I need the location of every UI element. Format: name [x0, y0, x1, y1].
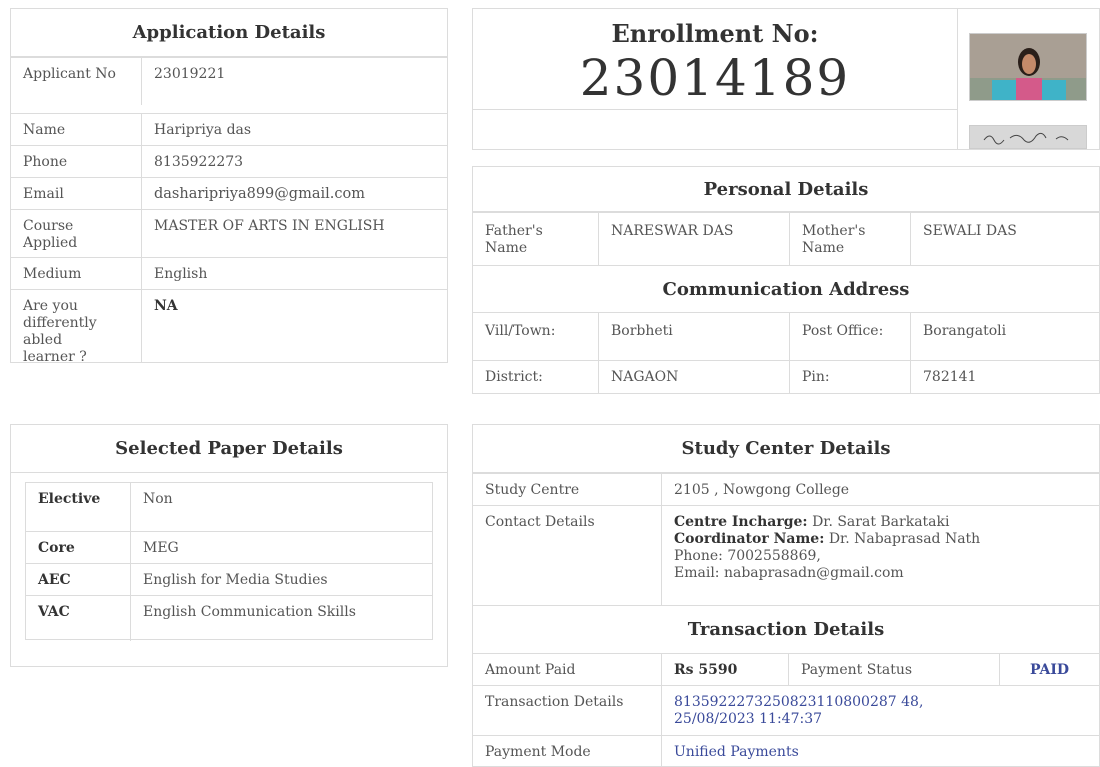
value-vill: Borbheti [611, 323, 673, 339]
personal-details-title: Personal Details [473, 167, 1099, 212]
row-study-centre: Study Centre 2105 , Nowgong College [473, 473, 1099, 505]
label-vac: VAC [38, 604, 70, 620]
row-amount-status: Amount Paid Rs 5590 Payment Status PAID [473, 653, 1099, 685]
centre-email: Email: nabaprasadn@gmail.com [674, 565, 904, 581]
label-elective: Elective [38, 491, 101, 507]
study-center-title: Study Center Details [473, 425, 1099, 473]
label-study-centre: Study Centre [485, 482, 580, 498]
label-father: Father's Name [485, 223, 543, 256]
value-mother: SEWALI DAS [923, 223, 1017, 239]
communication-address-title: Communication Address [473, 265, 1099, 312]
label-payment-status: Payment Status [801, 662, 913, 678]
label-amount-paid: Amount Paid [485, 662, 576, 678]
row-differently-abled: Are you differently abled learner ? NA [11, 289, 447, 365]
value-core: MEG [143, 540, 179, 556]
selected-paper-title: Selected Paper Details [11, 425, 447, 473]
coordinator-value: Dr. Nabaprasad Nath [828, 531, 981, 547]
label-name: Name [23, 122, 66, 138]
centre-phone: Phone: 7002558869, [674, 548, 821, 564]
label-pin: Pin: [802, 369, 830, 385]
row-aec: AEC English for Media Studies [26, 563, 432, 595]
row-vill-post: Vill/Town: Borbheti Post Office: Boranga… [473, 312, 1099, 360]
value-medium: English [154, 266, 208, 282]
label-differently-abled: Are you differently abled learner ? [23, 298, 97, 365]
value-vac: English Communication Skills [143, 604, 356, 620]
value-payment-mode: Unified Payments [674, 744, 799, 760]
label-district: District: [485, 369, 543, 385]
label-vill: Vill/Town: [485, 323, 556, 339]
value-amount-paid: Rs 5590 [674, 662, 738, 678]
value-aec: English for Media Studies [143, 572, 328, 588]
incharge-value: Dr. Sarat Barkataki [812, 514, 950, 530]
row-email: Email dasharipriya899@gmail.com [11, 177, 447, 209]
application-details-title: Application Details [11, 9, 447, 57]
label-post-office: Post Office: [802, 323, 884, 339]
row-core: Core MEG [26, 531, 432, 563]
enrollment-number: 23014189 [579, 49, 851, 107]
row-course: Course Applied MASTER OF ARTS IN ENGLISH [11, 209, 447, 257]
incharge-label: Centre Incharge: [674, 514, 808, 530]
coordinator-label: Coordinator Name: [674, 531, 825, 547]
label-course: Course Applied [23, 218, 78, 251]
applicant-photo [969, 33, 1087, 101]
row-district-pin: District: NAGAON Pin: 782141 [473, 360, 1099, 394]
row-payment-mode: Payment Mode Unified Payments [473, 735, 1099, 767]
value-transaction-details: 8135922273250823110800287 48, 25/08/2023… [674, 694, 924, 727]
row-phone: Phone 8135922273 [11, 145, 447, 177]
row-transaction-details: Transaction Details 81359222732508231108… [473, 685, 1099, 735]
value-district: NAGAON [611, 369, 679, 385]
transaction-details-title: Transaction Details [473, 605, 1099, 653]
label-payment-mode: Payment Mode [485, 744, 591, 760]
value-applicant-no: 23019221 [154, 66, 226, 82]
study-center-card: Study Center Details Study Centre 2105 ,… [472, 424, 1100, 767]
enrollment-card: Enrollment No: 23014189 [472, 8, 1100, 150]
selected-paper-card: Selected Paper Details Elective Non Core… [10, 424, 448, 667]
row-name: Name Haripriya das [11, 113, 447, 145]
paper-table: Elective Non Core MEG AEC English for Me… [25, 482, 433, 641]
row-applicant-no: Applicant No 23019221 [11, 57, 447, 105]
row-medium: Medium English [11, 257, 447, 289]
value-study-centre: 2105 , Nowgong College [674, 482, 850, 498]
application-details-card: Application Details Applicant No 2301922… [10, 8, 448, 365]
value-payment-status: PAID [1029, 662, 1070, 678]
label-medium: Medium [23, 266, 82, 282]
label-contact-details: Contact Details [485, 514, 595, 530]
row-elective: Elective Non [26, 483, 432, 531]
enrollment-title: Enrollment No: [611, 19, 819, 48]
value-pin: 782141 [923, 369, 977, 385]
label-transaction-details: Transaction Details [485, 694, 624, 710]
label-mother: Mother's Name [802, 223, 866, 256]
value-name: Haripriya das [154, 122, 252, 138]
value-phone: 8135922273 [154, 154, 244, 170]
personal-details-card: Personal Details Father's Name NARESWAR … [472, 166, 1100, 394]
value-post-office: Borangatoli [923, 323, 1007, 339]
label-core: Core [38, 540, 75, 556]
value-elective: Non [143, 491, 173, 507]
label-phone: Phone [23, 154, 68, 170]
value-father: NARESWAR DAS [611, 223, 734, 239]
label-aec: AEC [38, 572, 71, 588]
applicant-signature [969, 125, 1087, 149]
label-email: Email [23, 186, 64, 202]
value-email: dasharipriya899@gmail.com [154, 186, 365, 202]
label-applicant-no: Applicant No [23, 66, 116, 82]
value-differently-abled: NA [154, 298, 178, 314]
value-course: MASTER OF ARTS IN ENGLISH [154, 218, 385, 234]
row-vac: VAC English Communication Skills [26, 595, 432, 641]
row-parents: Father's Name NARESWAR DAS Mother's Name… [473, 212, 1099, 265]
row-contact-details: Contact Details Centre Incharge: Dr. Sar… [473, 505, 1099, 605]
value-contact-details: Centre Incharge: Dr. Sarat Barkataki Coo… [662, 506, 1042, 605]
